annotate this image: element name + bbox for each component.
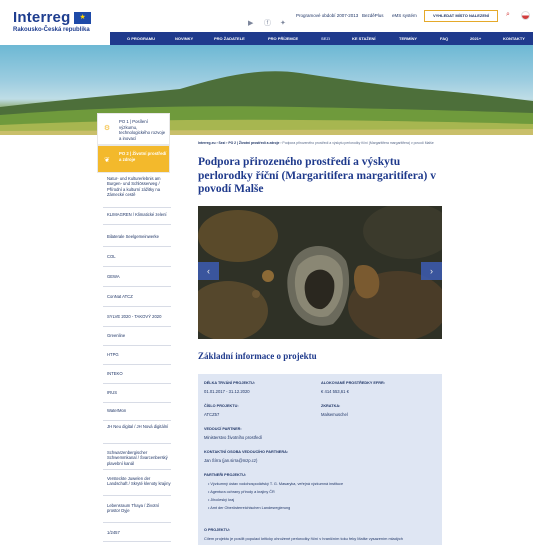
nav-item-pro-zadatele[interactable]: PRO ŽADATELE bbox=[214, 36, 245, 41]
breadcrumb-links[interactable]: Interreg.eu › Sezi › PO 2 | Životní pros… bbox=[198, 141, 279, 145]
youtube-icon[interactable]: ▶ bbox=[248, 12, 253, 30]
chevron-left-icon: ‹ bbox=[207, 266, 210, 276]
pearl-mussel-photo-svg bbox=[198, 206, 442, 339]
search-icon[interactable]: ⌕ bbox=[506, 11, 510, 19]
nav-item-pro-prijemce[interactable]: PRO PŘÍJEMCE bbox=[268, 36, 298, 41]
breadcrumb: Interreg.eu › Sezi › PO 2 | Životní pros… bbox=[198, 141, 440, 145]
sidebar-project-item[interactable]: Natur- und Kulturerlebnis am Burgen- und… bbox=[103, 176, 171, 208]
toplink-period[interactable]: Programové období 2007-2013 bbox=[296, 13, 358, 18]
top-header: Interreg Rakousko-Česká republika Evrops… bbox=[0, 0, 533, 38]
nav-item-terminy[interactable]: TERMÍNY bbox=[399, 36, 417, 41]
sidebar-item-po2[interactable]: ❦ PO 2 | Životní prostředí a zdroje bbox=[97, 145, 170, 173]
hero-landscape-svg bbox=[0, 71, 533, 135]
logo-wordmark: Interreg bbox=[13, 9, 71, 27]
sidebar-project-item[interactable]: Lebensraum Thaya / Životní prostor Dyje bbox=[103, 503, 171, 523]
sidebar-item-po1[interactable]: ⚙ PO 1 | Posílení výzkumu, technologické… bbox=[97, 113, 170, 145]
nav-item-ke-stazeni[interactable]: KE STAŽENÍ bbox=[352, 36, 375, 41]
sidebar-project-item[interactable]: SYLVE 2020 - TAKOVÝ 2020 bbox=[103, 314, 171, 327]
sidebar-project-item[interactable]: COL bbox=[103, 254, 171, 267]
sidebar-project-item[interactable]: Bilaterale Seelgemeinwerke bbox=[103, 234, 171, 247]
sidebar-item-po2-label: PO 2 | Životní prostředí a zdroje bbox=[119, 151, 167, 162]
project-number-label: ČÍSLO PROJEKTU: bbox=[204, 404, 239, 408]
contact-person-value[interactable]: Jan Šírra (jan.sirra@mzp.cz) bbox=[204, 458, 257, 463]
project-number-value: ATCZ57 bbox=[204, 412, 220, 417]
twitter-icon[interactable]: ✦ bbox=[280, 12, 286, 30]
sidebar-project-item[interactable]: IRUS bbox=[103, 390, 171, 403]
environment-leaf-icon: ❦ bbox=[98, 146, 116, 172]
sidebar-item-po1-label: PO 1 | Posílení výzkumu, technologického… bbox=[119, 119, 166, 141]
slider-prev-button[interactable]: ‹ bbox=[198, 262, 219, 280]
sidebar-project-item[interactable]: HTPG bbox=[103, 352, 171, 365]
duration-label: DÉLKA TRVÁNÍ PROJEKTU: bbox=[204, 381, 256, 385]
funds-label: ALOKOVANÉ PROSTŘEDKY EFRR: bbox=[321, 381, 385, 385]
nav-item-sezi[interactable]: SEZI bbox=[321, 36, 330, 41]
project-photo bbox=[198, 206, 442, 339]
breadcrumb-current: › Podpora přirozeného prostředí a výskyt… bbox=[280, 141, 434, 145]
sidebar-project-item[interactable]: KLIMAGREN / Klimatické zelení bbox=[103, 212, 171, 225]
duration-value: 01.01.2017 - 31.12.2020 bbox=[204, 389, 250, 394]
search-location-button[interactable]: VYHLEDAT MÍSTO NALEZENÍ bbox=[424, 10, 498, 22]
chevron-right-icon: › bbox=[430, 266, 433, 276]
research-icon: ⚙ bbox=[98, 114, 116, 144]
sidebar-project-item[interactable]: GEWA bbox=[103, 274, 171, 287]
funds-value: € 414 553,61 € bbox=[321, 389, 349, 394]
sidebar-project-item[interactable]: Versteckte Juwelen der Landschaft / Skry… bbox=[103, 476, 171, 496]
sidebar-project-item[interactable]: 1/2457 bbox=[103, 530, 171, 542]
nav-item-faq[interactable]: FAQ bbox=[440, 36, 448, 41]
partner-list-item: • Agentura ochrany přírody a krajiny ČR bbox=[208, 490, 275, 494]
slider-next-button[interactable]: › bbox=[421, 262, 442, 280]
lead-partner-label: VEDOUCÍ PARTNER: bbox=[204, 427, 242, 431]
language-flag-icon[interactable] bbox=[521, 11, 530, 20]
nav-item-2021[interactable]: 2021+ bbox=[470, 36, 481, 41]
hero-landscape-image bbox=[0, 45, 533, 135]
partner-list-item: • Výzkumný ústav vodohospodářský T. G. M… bbox=[208, 482, 344, 486]
sidebar-project-item[interactable]: INTEKO bbox=[103, 371, 171, 384]
abbreviation-label: ZKRATKA: bbox=[321, 404, 341, 408]
sidebar-project-item[interactable]: Schwarzenbergischer Schwemmkanal / Švarc… bbox=[103, 450, 171, 470]
nav-item-kontakty[interactable]: KONTAKTY bbox=[503, 36, 525, 41]
about-project-value: Cílem projektu je posílit populaci kriti… bbox=[204, 536, 403, 541]
contact-person-label: KONTAKTNÍ OSOBA VEDOUCÍHO PARTNERA: bbox=[204, 450, 289, 454]
facebook-icon[interactable]: ⓕ bbox=[264, 12, 271, 30]
toplink-ems[interactable]: eMS systém bbox=[392, 13, 417, 18]
nav-item-novinky[interactable]: NOVINKY bbox=[175, 36, 193, 41]
main-navigation: O PROGRAMU NOVINKY PRO ŽADATELE PRO PŘÍJ… bbox=[0, 32, 533, 45]
sidebar-project-item[interactable]: WaterMon bbox=[103, 408, 171, 421]
section-title-basic-info: Základní informace o projektu bbox=[198, 351, 317, 361]
lead-partner-value: Ministerstvo životního prostředí bbox=[204, 435, 262, 440]
nav-spacer bbox=[0, 32, 110, 45]
partner-list-item: • Jihočeský kraj bbox=[208, 498, 235, 502]
partner-list-item: • Amt der Oberösterreichischen Landesreg… bbox=[208, 506, 291, 510]
abbreviation-value: Malsemuschel bbox=[321, 412, 348, 417]
sidebar-project-item[interactable]: Greenline bbox=[103, 333, 171, 346]
nav-item-o-programu[interactable]: O PROGRAMU bbox=[127, 36, 155, 41]
about-project-label: O PROJEKTU: bbox=[204, 528, 230, 532]
project-info-box: DÉLKA TRVÁNÍ PROJEKTU: 01.01.2017 - 31.1… bbox=[198, 374, 442, 545]
sidebar-project-item[interactable]: JH Neu digital / JH Nová digitální bbox=[103, 424, 171, 444]
page-title: Podpora přirozeného prostředí a výskytu … bbox=[198, 156, 437, 195]
interreg-logo[interactable]: Interreg bbox=[13, 9, 92, 27]
partners-label: PARTNEŘI PROJEKTU: bbox=[204, 473, 247, 477]
eu-flag-icon bbox=[74, 11, 92, 24]
sidebar-project-item[interactable]: ConNat ATCZ bbox=[103, 294, 171, 307]
toplink-bezdeplus[interactable]: BezděPlus bbox=[362, 13, 384, 18]
